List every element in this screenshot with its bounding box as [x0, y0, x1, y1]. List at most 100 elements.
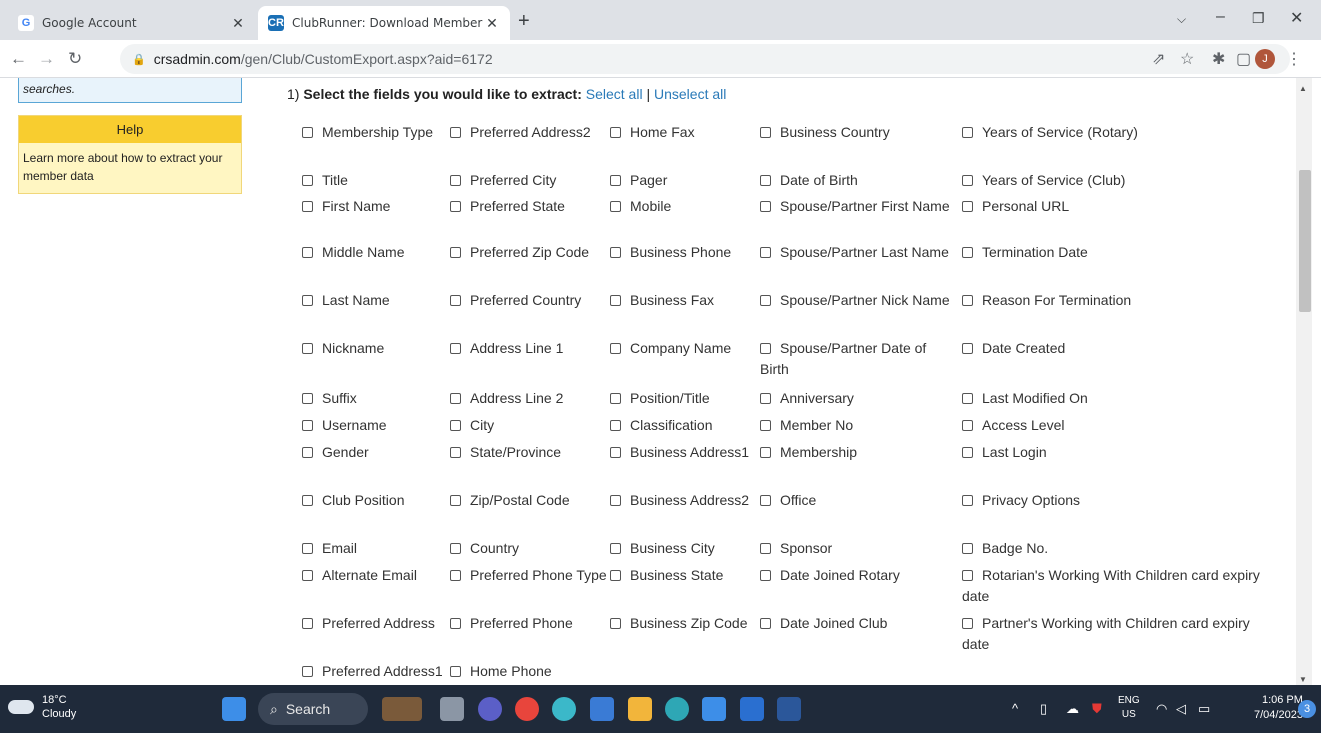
checkbox[interactable]	[610, 127, 621, 138]
field-checkbox-item[interactable]: Anniversary	[760, 388, 955, 409]
clock[interactable]: 1:06 PM 7/04/2023	[1254, 693, 1303, 723]
reload-icon[interactable]: ↻	[68, 49, 82, 69]
field-checkbox-item[interactable]: Business Phone	[610, 242, 755, 263]
checkbox[interactable]	[302, 127, 313, 138]
checkbox[interactable]	[962, 618, 973, 629]
field-checkbox-item[interactable]: Years of Service (Club)	[962, 170, 1262, 191]
field-checkbox-item[interactable]: Last Login	[962, 442, 1262, 463]
checkbox[interactable]	[302, 247, 313, 258]
scroll-down-icon[interactable]: ▼	[1299, 675, 1307, 684]
checkbox[interactable]	[302, 420, 313, 431]
checkbox[interactable]	[760, 247, 771, 258]
address-bar[interactable]: 🔒 crsadmin.com/gen/Club/CustomExport.asp…	[120, 44, 1290, 74]
field-checkbox-item[interactable]: Last Name	[302, 290, 447, 311]
profile-avatar[interactable]: J	[1255, 49, 1275, 69]
chevron-down-icon[interactable]: ⌵	[1177, 12, 1186, 27]
task-view-icon[interactable]	[440, 697, 464, 721]
field-checkbox-item[interactable]: Gender	[302, 442, 447, 463]
checkbox[interactable]	[962, 247, 973, 258]
field-checkbox-item[interactable]: Preferred Country	[450, 290, 610, 311]
checkbox[interactable]	[450, 393, 461, 404]
field-checkbox-item[interactable]: Partner's Working with Children card exp…	[962, 613, 1262, 655]
extensions-icon[interactable]: ✱	[1212, 49, 1225, 69]
checkbox[interactable]	[302, 393, 313, 404]
checkbox[interactable]	[610, 618, 621, 629]
field-checkbox-item[interactable]: Email	[302, 538, 447, 559]
field-checkbox-item[interactable]: Nickname	[302, 338, 447, 359]
field-checkbox-item[interactable]: Sponsor	[760, 538, 955, 559]
field-checkbox-item[interactable]: Alternate Email	[302, 565, 447, 586]
wifi-icon[interactable]: ◠	[1156, 701, 1167, 717]
field-checkbox-item[interactable]: Personal URL	[962, 196, 1262, 217]
field-checkbox-item[interactable]: Years of Service (Rotary)	[962, 122, 1262, 143]
field-checkbox-item[interactable]: Privacy Options	[962, 490, 1262, 511]
restore-icon[interactable]: ❐	[1252, 10, 1265, 27]
field-checkbox-item[interactable]: Address Line 1	[450, 338, 610, 359]
forward-icon[interactable]: →	[38, 49, 55, 69]
field-checkbox-item[interactable]: Date of Birth	[760, 170, 955, 191]
chat-icon[interactable]	[478, 697, 502, 721]
checkbox[interactable]	[760, 175, 771, 186]
volume-icon[interactable]: ◁	[1176, 701, 1186, 717]
checkbox[interactable]	[962, 570, 973, 581]
side-panel-icon[interactable]: ▢	[1236, 49, 1251, 69]
field-checkbox-item[interactable]: First Name	[302, 196, 447, 217]
checkbox[interactable]	[610, 295, 621, 306]
checkbox[interactable]	[610, 570, 621, 581]
star-icon[interactable]: ☆	[1180, 49, 1194, 69]
checkbox[interactable]	[450, 543, 461, 554]
field-checkbox-item[interactable]: Office	[760, 490, 955, 511]
checkbox[interactable]	[760, 570, 771, 581]
field-checkbox-item[interactable]: Zip/Postal Code	[450, 490, 610, 511]
weather-widget[interactable]: 18°C Cloudy	[8, 693, 76, 721]
tab-clubrunner[interactable]: CR ClubRunner: Download Member ✕	[258, 6, 510, 40]
checkbox[interactable]	[302, 666, 313, 677]
field-checkbox-item[interactable]: Last Modified On	[962, 388, 1262, 409]
field-checkbox-item[interactable]: Preferred City	[450, 170, 610, 191]
checkbox[interactable]	[760, 618, 771, 629]
checkbox[interactable]	[450, 175, 461, 186]
field-checkbox-item[interactable]: Company Name	[610, 338, 755, 359]
checkbox[interactable]	[962, 543, 973, 554]
mail-icon[interactable]	[740, 697, 764, 721]
checkbox[interactable]	[760, 127, 771, 138]
app-icon[interactable]	[590, 697, 614, 721]
checkbox[interactable]	[450, 666, 461, 677]
checkbox[interactable]	[610, 447, 621, 458]
back-icon[interactable]: ←	[10, 49, 27, 69]
checkbox[interactable]	[450, 127, 461, 138]
field-checkbox-item[interactable]: Country	[450, 538, 610, 559]
checkbox[interactable]	[610, 343, 621, 354]
checkbox[interactable]	[962, 343, 973, 354]
edge-icon[interactable]	[665, 697, 689, 721]
checkbox[interactable]	[450, 295, 461, 306]
taskbar-search[interactable]: ⌕ Search	[258, 693, 368, 725]
share-icon[interactable]: ⇗	[1152, 49, 1165, 69]
field-checkbox-item[interactable]: State/Province	[450, 442, 610, 463]
checkbox[interactable]	[760, 495, 771, 506]
field-checkbox-item[interactable]: Club Position	[302, 490, 447, 511]
field-checkbox-item[interactable]: Spouse/Partner Date of Birth	[760, 338, 955, 380]
checkbox[interactable]	[760, 201, 771, 212]
field-checkbox-item[interactable]: Business State	[610, 565, 755, 586]
field-checkbox-item[interactable]: Preferred State	[450, 196, 610, 217]
field-checkbox-item[interactable]: Date Joined Club	[760, 613, 955, 634]
checkbox[interactable]	[962, 447, 973, 458]
help-link[interactable]: Learn more about how to extract your mem…	[19, 143, 241, 193]
checkbox[interactable]	[302, 343, 313, 354]
checkbox[interactable]	[610, 393, 621, 404]
field-checkbox-item[interactable]: Preferred Address2	[450, 122, 610, 143]
checkbox[interactable]	[450, 447, 461, 458]
tab-google-account[interactable]: G Google Account ✕	[8, 6, 256, 40]
checkbox[interactable]	[760, 393, 771, 404]
onedrive-icon[interactable]: ☁	[1066, 701, 1079, 717]
close-icon[interactable]: ✕	[484, 15, 500, 32]
field-checkbox-item[interactable]: Business Address2	[610, 490, 755, 511]
checkbox[interactable]	[302, 570, 313, 581]
field-checkbox-item[interactable]: Username	[302, 415, 447, 436]
checkbox[interactable]	[302, 618, 313, 629]
file-explorer-icon[interactable]	[628, 697, 652, 721]
checkbox[interactable]	[962, 201, 973, 212]
field-checkbox-item[interactable]: Address Line 2	[450, 388, 610, 409]
field-checkbox-item[interactable]: Business Country	[760, 122, 955, 143]
